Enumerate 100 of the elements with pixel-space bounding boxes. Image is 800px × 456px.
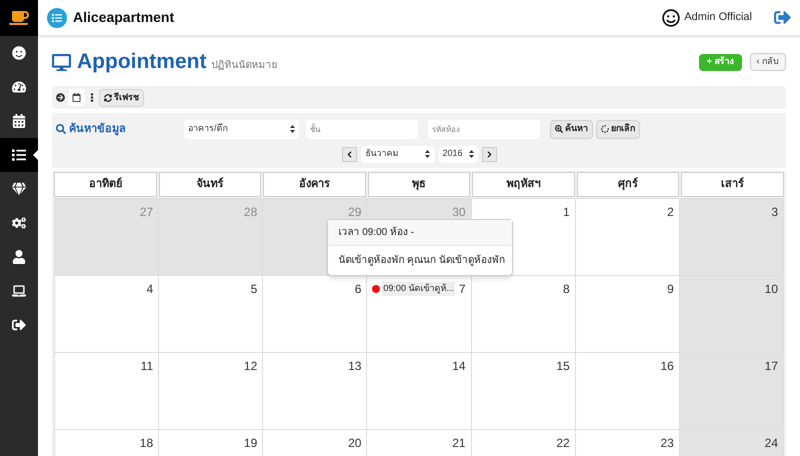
floor-field[interactable]: ชั้น <box>306 120 418 138</box>
day-number: 20 <box>348 435 362 452</box>
select-arrows-icon <box>468 150 474 158</box>
day-number: 2 <box>667 204 674 221</box>
select-arrows-icon <box>290 125 295 133</box>
cup-icon <box>9 8 29 28</box>
back-button[interactable]: ‹ กลับ <box>750 53 786 71</box>
day-cell[interactable]: 23 <box>576 430 680 456</box>
smile-icon <box>12 46 26 60</box>
weekday-header: ศุกร์ <box>576 172 680 197</box>
chevron-right-icon <box>486 150 492 158</box>
day-cell[interactable]: 16 <box>576 353 680 430</box>
weekday-header: อังคาร <box>263 172 366 197</box>
day-number: 3 <box>771 204 778 221</box>
day-number: 12 <box>244 358 258 375</box>
page-subtitle: ปฏิทินนัดหมาย <box>211 58 278 72</box>
day-cell[interactable]: 24 <box>680 430 784 456</box>
day-cell[interactable]: 6 <box>263 276 368 353</box>
next-month-button[interactable] <box>482 146 496 162</box>
chevron-left-icon <box>346 150 352 158</box>
day-cell[interactable]: 17 <box>680 353 784 430</box>
day-cell[interactable]: 21 <box>367 430 472 456</box>
day-number: 18 <box>140 435 154 452</box>
sign-out-icon <box>12 318 26 332</box>
day-cell[interactable]: 2 <box>576 199 680 276</box>
month-select[interactable]: ธันวาคม <box>360 146 434 162</box>
cancel-button[interactable]: ยกเลิก <box>596 120 640 138</box>
day-cell[interactable]: 8 <box>472 276 576 353</box>
year-select[interactable]: 2016 <box>438 146 478 162</box>
day-number: 9 <box>667 281 674 298</box>
weekday-header: จันทร์ <box>158 172 262 197</box>
search-button[interactable]: ค้นหา <box>550 120 593 138</box>
day-number: 5 <box>250 281 258 298</box>
sidebar-item[interactable] <box>0 138 38 172</box>
day-number: 11 <box>140 358 154 375</box>
weekday-header: เสาร์ <box>681 172 784 197</box>
weekday-header: อาทิตย์ <box>54 172 157 197</box>
spinner-icon <box>601 125 609 133</box>
laptop-icon <box>12 284 26 298</box>
day-number: 27 <box>140 204 154 221</box>
day-number: 30 <box>452 204 466 221</box>
page-title: Appointment <box>77 49 206 76</box>
day-number: 13 <box>348 358 362 375</box>
user-icon <box>12 250 26 264</box>
weekday-header: พฤหัสฯ <box>472 172 575 197</box>
calendar-button[interactable] <box>68 89 85 106</box>
day-cell[interactable]: 12 <box>159 353 264 430</box>
list-icon <box>12 148 26 162</box>
user-name[interactable]: Admin Official <box>684 9 752 26</box>
app-logo-icon <box>47 8 67 28</box>
day-number: 15 <box>556 358 570 375</box>
day-number: 22 <box>556 435 570 452</box>
day-number: 10 <box>764 281 778 298</box>
previous-month-button[interactable] <box>342 146 356 162</box>
calendar-icon <box>72 93 81 102</box>
day-number: 16 <box>660 358 674 375</box>
calendar-icon <box>12 114 26 128</box>
refresh-icon <box>104 94 112 102</box>
dashboard-icon <box>12 80 26 94</box>
sign-out-icon[interactable] <box>774 9 791 26</box>
day-cell[interactable]: 20 <box>263 430 368 456</box>
day-cell[interactable]: 18 <box>55 430 160 456</box>
zoom-icon <box>555 125 563 133</box>
search-icon <box>56 124 66 134</box>
day-number: 4 <box>146 281 154 298</box>
app-name: Aliceapartment <box>73 8 174 27</box>
select-arrows-icon <box>424 150 430 158</box>
day-number: 29 <box>348 204 362 221</box>
day-cell[interactable]: 22 <box>472 430 576 456</box>
weekday-header: พุธ <box>368 172 470 197</box>
day-cell[interactable]: 5 <box>159 276 264 353</box>
more-icon[interactable] <box>88 93 96 102</box>
day-cell[interactable]: 4 <box>55 276 160 353</box>
day-number: 21 <box>452 435 466 452</box>
diamond-icon <box>12 182 26 196</box>
gears-icon <box>12 216 26 230</box>
day-cell[interactable]: 9 <box>576 276 680 353</box>
search-label: ค้นหาข้อมูล <box>69 122 127 138</box>
day-cell[interactable]: 19 <box>159 430 264 456</box>
event-label[interactable]: 09:00 นัดเข้าดูห้... <box>382 282 455 296</box>
day-number: 7 <box>458 281 466 298</box>
day-cell[interactable]: 13 <box>263 353 368 430</box>
day-number: 19 <box>244 435 258 452</box>
day-cell[interactable]: 10 <box>680 276 784 353</box>
day-number: 23 <box>660 435 674 452</box>
day-cell[interactable]: 11 <box>55 353 160 430</box>
day-cell[interactable]: 3 <box>680 199 784 276</box>
day-cell[interactable]: 15 <box>472 353 576 430</box>
selection-pointer <box>33 150 38 160</box>
day-number: 8 <box>563 281 570 298</box>
day-number: 28 <box>244 204 258 221</box>
building-select[interactable]: อาคาร/ตึก <box>184 120 299 138</box>
day-cell[interactable]: 14 <box>367 353 472 430</box>
day-number: 17 <box>764 358 778 375</box>
room-code-field[interactable]: รหัสห้อง <box>428 120 540 138</box>
refresh-button[interactable]: รีเฟรช <box>99 88 144 106</box>
day-number: 6 <box>354 281 362 298</box>
user-avatar-icon <box>662 8 680 26</box>
monitor-icon <box>52 52 71 72</box>
tooltip-title: เวลา 09:00 ห้อง - <box>328 220 512 246</box>
